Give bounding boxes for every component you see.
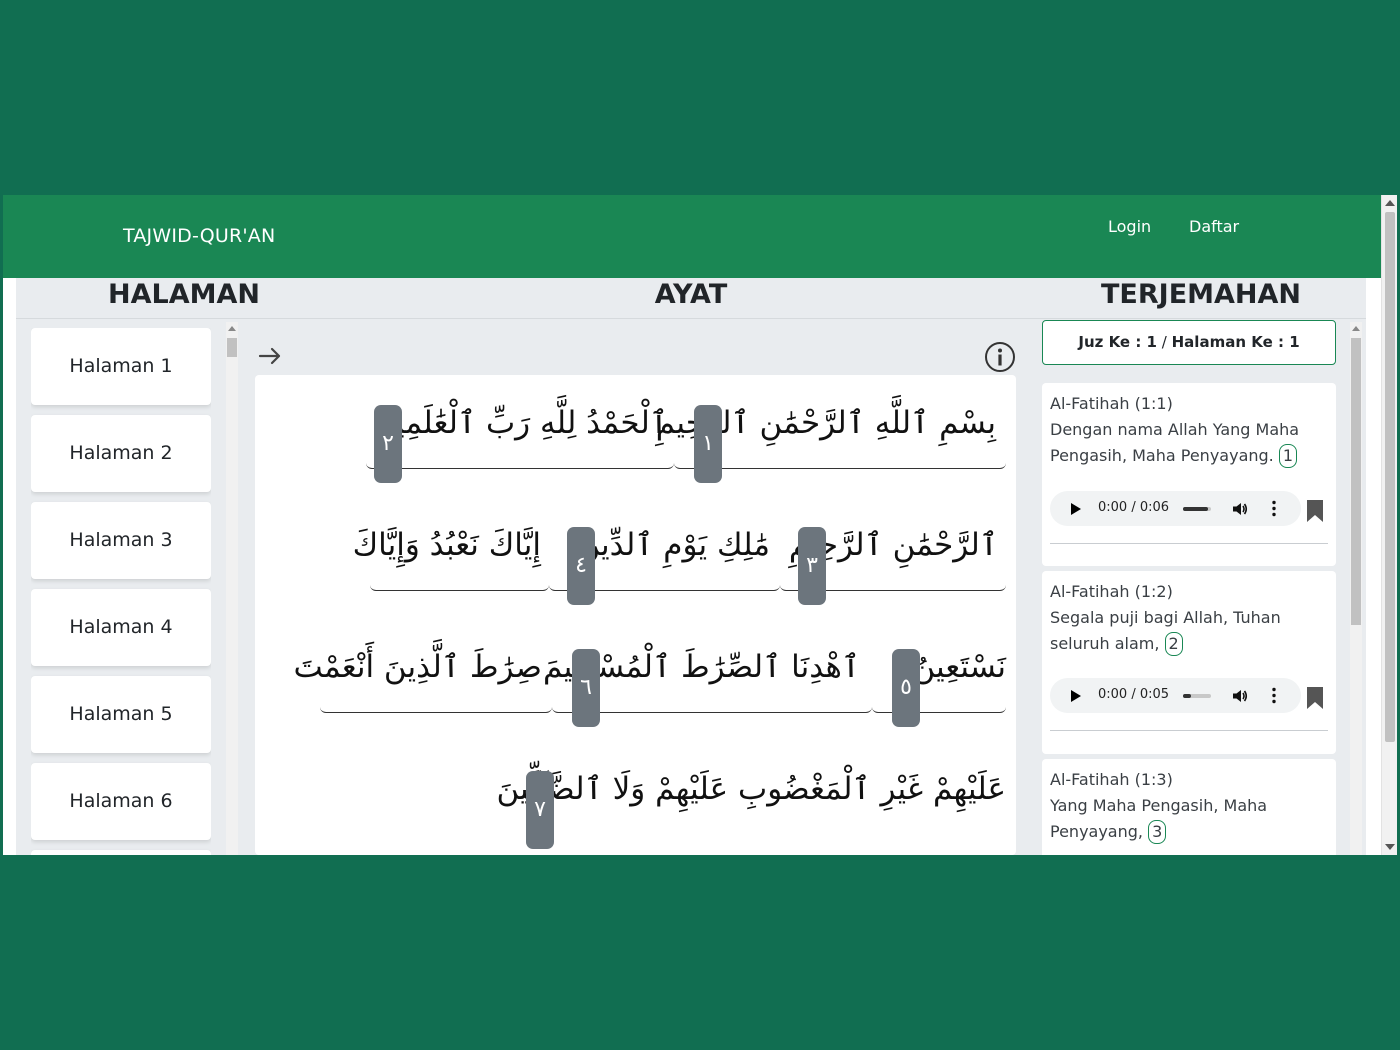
verse-reference: Al-Fatihah (1:1) <box>1050 394 1173 413</box>
audio-player[interactable]: 0:00 / 0:05 <box>1050 678 1301 713</box>
ayat-line: عَلَيْهِمْ غَيْرِ ٱلْمَغْضُوبِ عَلَيْهِم… <box>496 741 1006 849</box>
play-icon[interactable] <box>1071 503 1081 515</box>
play-icon[interactable] <box>1071 690 1081 702</box>
audio-volume-fill <box>1183 694 1192 698</box>
main-content: HALAMAN AYAT TERJEMAHAN Halaman 1 Halama… <box>16 278 1366 855</box>
volume-icon[interactable] <box>1232 501 1248 517</box>
info-circle-icon[interactable] <box>984 341 1016 373</box>
browser-window: TAJWID-QUR'AN Login Daftar HALAMAN AYAT … <box>3 195 1397 855</box>
terjemahan-heading: TERJEMAHAN <box>1101 279 1301 310</box>
ayat-segment[interactable]: مَٰلِكِ يَوْمِ ٱلدِّينِ ٤ <box>549 497 780 605</box>
ayat-panel: بِسْمِ ٱللَّهِ ٱلرَّحْمَٰنِ ٱلرَّحِيمِ ١… <box>255 375 1016 855</box>
ayat-number-badge: ٦ <box>572 649 600 727</box>
audio-time: 0:00 / 0:05 <box>1098 687 1170 702</box>
ayat-segment[interactable]: إِيَّاكَ نَعْبُدُ وَإِيَّاكَ <box>353 497 549 591</box>
card-divider <box>1050 730 1328 731</box>
halaman-item[interactable]: Halaman 3 <box>31 502 211 579</box>
scroll-thumb[interactable] <box>1351 338 1361 625</box>
volume-icon[interactable] <box>1232 688 1248 704</box>
terjemahan-body: Al-Fatihah (1:3) Yang Maha Pengasih, Mah… <box>1050 767 1328 845</box>
verse-number-badge: 1 <box>1278 444 1298 468</box>
ayat-segment[interactable]: نَسْتَعِينُ ٥ <box>872 619 1006 727</box>
halaman-heading: HALAMAN <box>108 279 260 310</box>
ayat-segment[interactable]: بِسْمِ ٱللَّهِ ٱلرَّحْمَٰنِ ٱلرَّحِيمِ ١ <box>656 375 1006 483</box>
ayat-text: مَٰلِكِ يَوْمِ ٱلدِّينِ <box>577 527 770 563</box>
verse-reference: Al-Fatihah (1:2) <box>1050 582 1173 601</box>
ayat-number-badge: ١ <box>694 405 722 483</box>
audio-volume-fill <box>1183 507 1209 511</box>
ayat-text: عَلَيْهِمْ غَيْرِ ٱلْمَغْضُوبِ عَلَيْهِم… <box>496 771 1006 807</box>
audio-progress-bar[interactable] <box>1183 694 1211 698</box>
ayat-number-badge: ٣ <box>798 527 826 605</box>
halaman-item-partial[interactable] <box>31 850 211 855</box>
page-scrollbar[interactable] <box>1381 195 1397 855</box>
ayat-heading: AYAT <box>654 279 728 310</box>
halaman-list: Halaman 1 Halaman 2 Halaman 3 Halaman 4 … <box>31 328 211 855</box>
terjemahan-card: Al-Fatihah (1:1) Dengan nama Allah Yang … <box>1042 383 1336 566</box>
ayat-segment[interactable]: صِرَٰطَ ٱلَّذِينَ أَنْعَمْتَ <box>294 619 552 713</box>
ayat-text: إِيَّاكَ نَعْبُدُ وَإِيَّاكَ <box>352 527 541 563</box>
ayat-segment[interactable]: عَلَيْهِمْ غَيْرِ ٱلْمَغْضُوبِ عَلَيْهِم… <box>496 741 1006 849</box>
ayat-number-badge: ٥ <box>892 649 920 727</box>
more-vertical-icon[interactable] <box>1272 687 1276 704</box>
scroll-down-icon[interactable] <box>1385 844 1395 850</box>
scroll-thumb[interactable] <box>227 338 237 357</box>
ayat-number-badge: ٢ <box>374 405 402 483</box>
scroll-thumb[interactable] <box>1385 212 1395 742</box>
brand-logo[interactable]: TAJWID-QUR'AN <box>123 225 275 247</box>
halaman-item[interactable]: Halaman 4 <box>31 589 211 666</box>
audio-time: 0:00 / 0:06 <box>1098 500 1170 515</box>
more-vertical-icon[interactable] <box>1272 500 1276 517</box>
halaman-item[interactable]: Halaman 1 <box>31 328 211 405</box>
ayat-segment[interactable]: ٱهْدِنَا ٱلصِّرَٰطَ ٱلْمُسْتَقِيمَ ٦ <box>543 619 872 727</box>
verse-reference: Al-Fatihah (1:3) <box>1050 770 1173 789</box>
daftar-link[interactable]: Daftar <box>1189 217 1239 236</box>
ayat-segment[interactable]: ٱلرَّحْمَٰنِ ٱلرَّحِيمِ ٣ <box>780 497 1006 605</box>
terjemahan-card: Al-Fatihah (1:2) Segala puji bagi Allah,… <box>1042 571 1336 754</box>
bookmark-icon[interactable] <box>1306 686 1324 710</box>
bookmark-icon[interactable] <box>1306 499 1324 523</box>
juz-separator: / <box>1161 333 1167 351</box>
terjemahan-scrollbar[interactable] <box>1350 322 1362 855</box>
juz-halaman-info: Juz Ke : 1 / Halaman Ke : 1 <box>1042 320 1336 365</box>
halaman-item[interactable]: Halaman 5 <box>31 676 211 753</box>
navbar: TAJWID-QUR'AN Login Daftar <box>3 195 1381 278</box>
ayat-text: ٱلْحَمْدُ لِلَّهِ رَبِّ ٱلْعَٰلَمِينَ <box>372 405 668 441</box>
audio-progress-bar[interactable] <box>1183 507 1211 511</box>
login-link[interactable]: Login <box>1108 217 1151 236</box>
terjemahan-body: Al-Fatihah (1:2) Segala puji bagi Allah,… <box>1050 579 1328 657</box>
audio-player[interactable]: 0:00 / 0:06 <box>1050 491 1301 526</box>
terjemahan-body: Al-Fatihah (1:1) Dengan nama Allah Yang … <box>1050 391 1328 469</box>
terjemahan-list: Al-Fatihah (1:1) Dengan nama Allah Yang … <box>1042 383 1336 855</box>
verse-translation: Dengan nama Allah Yang Maha Pengasih, Ma… <box>1050 417 1328 469</box>
juz-label: Juz Ke : 1 <box>1078 333 1157 351</box>
ayat-line: بِسْمِ ٱللَّهِ ٱلرَّحْمَٰنِ ٱلرَّحِيمِ ١… <box>366 375 1006 483</box>
header-divider <box>16 318 1366 319</box>
scroll-up-icon[interactable] <box>228 326 236 331</box>
halaman-scrollbar[interactable] <box>226 322 238 855</box>
arrow-right-icon[interactable] <box>256 342 284 370</box>
halaman-label: Halaman Ke : 1 <box>1171 333 1300 351</box>
scroll-up-icon[interactable] <box>1385 200 1395 206</box>
scroll-up-icon[interactable] <box>1352 326 1360 331</box>
halaman-item[interactable]: Halaman 6 <box>31 763 211 840</box>
halaman-item[interactable]: Halaman 2 <box>31 415 211 492</box>
verse-number-badge: 3 <box>1148 820 1167 844</box>
verse-translation: Segala puji bagi Allah, Tuhan seluruh al… <box>1050 605 1328 657</box>
ayat-segment[interactable]: ٱلْحَمْدُ لِلَّهِ رَبِّ ٱلْعَٰلَمِينَ ٢ <box>366 375 674 483</box>
translation-text: Dengan nama Allah Yang Maha Pengasih, Ma… <box>1050 420 1300 465</box>
ayat-number-badge: ٧ <box>526 771 554 849</box>
ayat-line: ٱلرَّحْمَٰنِ ٱلرَّحِيمِ ٣ مَٰلِكِ يَوْمِ… <box>353 497 1006 605</box>
card-divider <box>1050 543 1328 544</box>
verse-number-badge: 2 <box>1164 632 1183 656</box>
terjemahan-card: Al-Fatihah (1:3) Yang Maha Pengasih, Mah… <box>1042 759 1336 855</box>
verse-translation: Yang Maha Pengasih, Maha Penyayang, 3 <box>1050 793 1328 845</box>
ayat-text: صِرَٰطَ ٱلَّذِينَ أَنْعَمْتَ <box>293 649 542 685</box>
ayat-text: نَسْتَعِينُ <box>912 649 1006 685</box>
ayat-line: نَسْتَعِينُ ٥ ٱهْدِنَا ٱلصِّرَٰطَ ٱلْمُس… <box>294 619 1006 727</box>
ayat-number-badge: ٤ <box>567 527 595 605</box>
